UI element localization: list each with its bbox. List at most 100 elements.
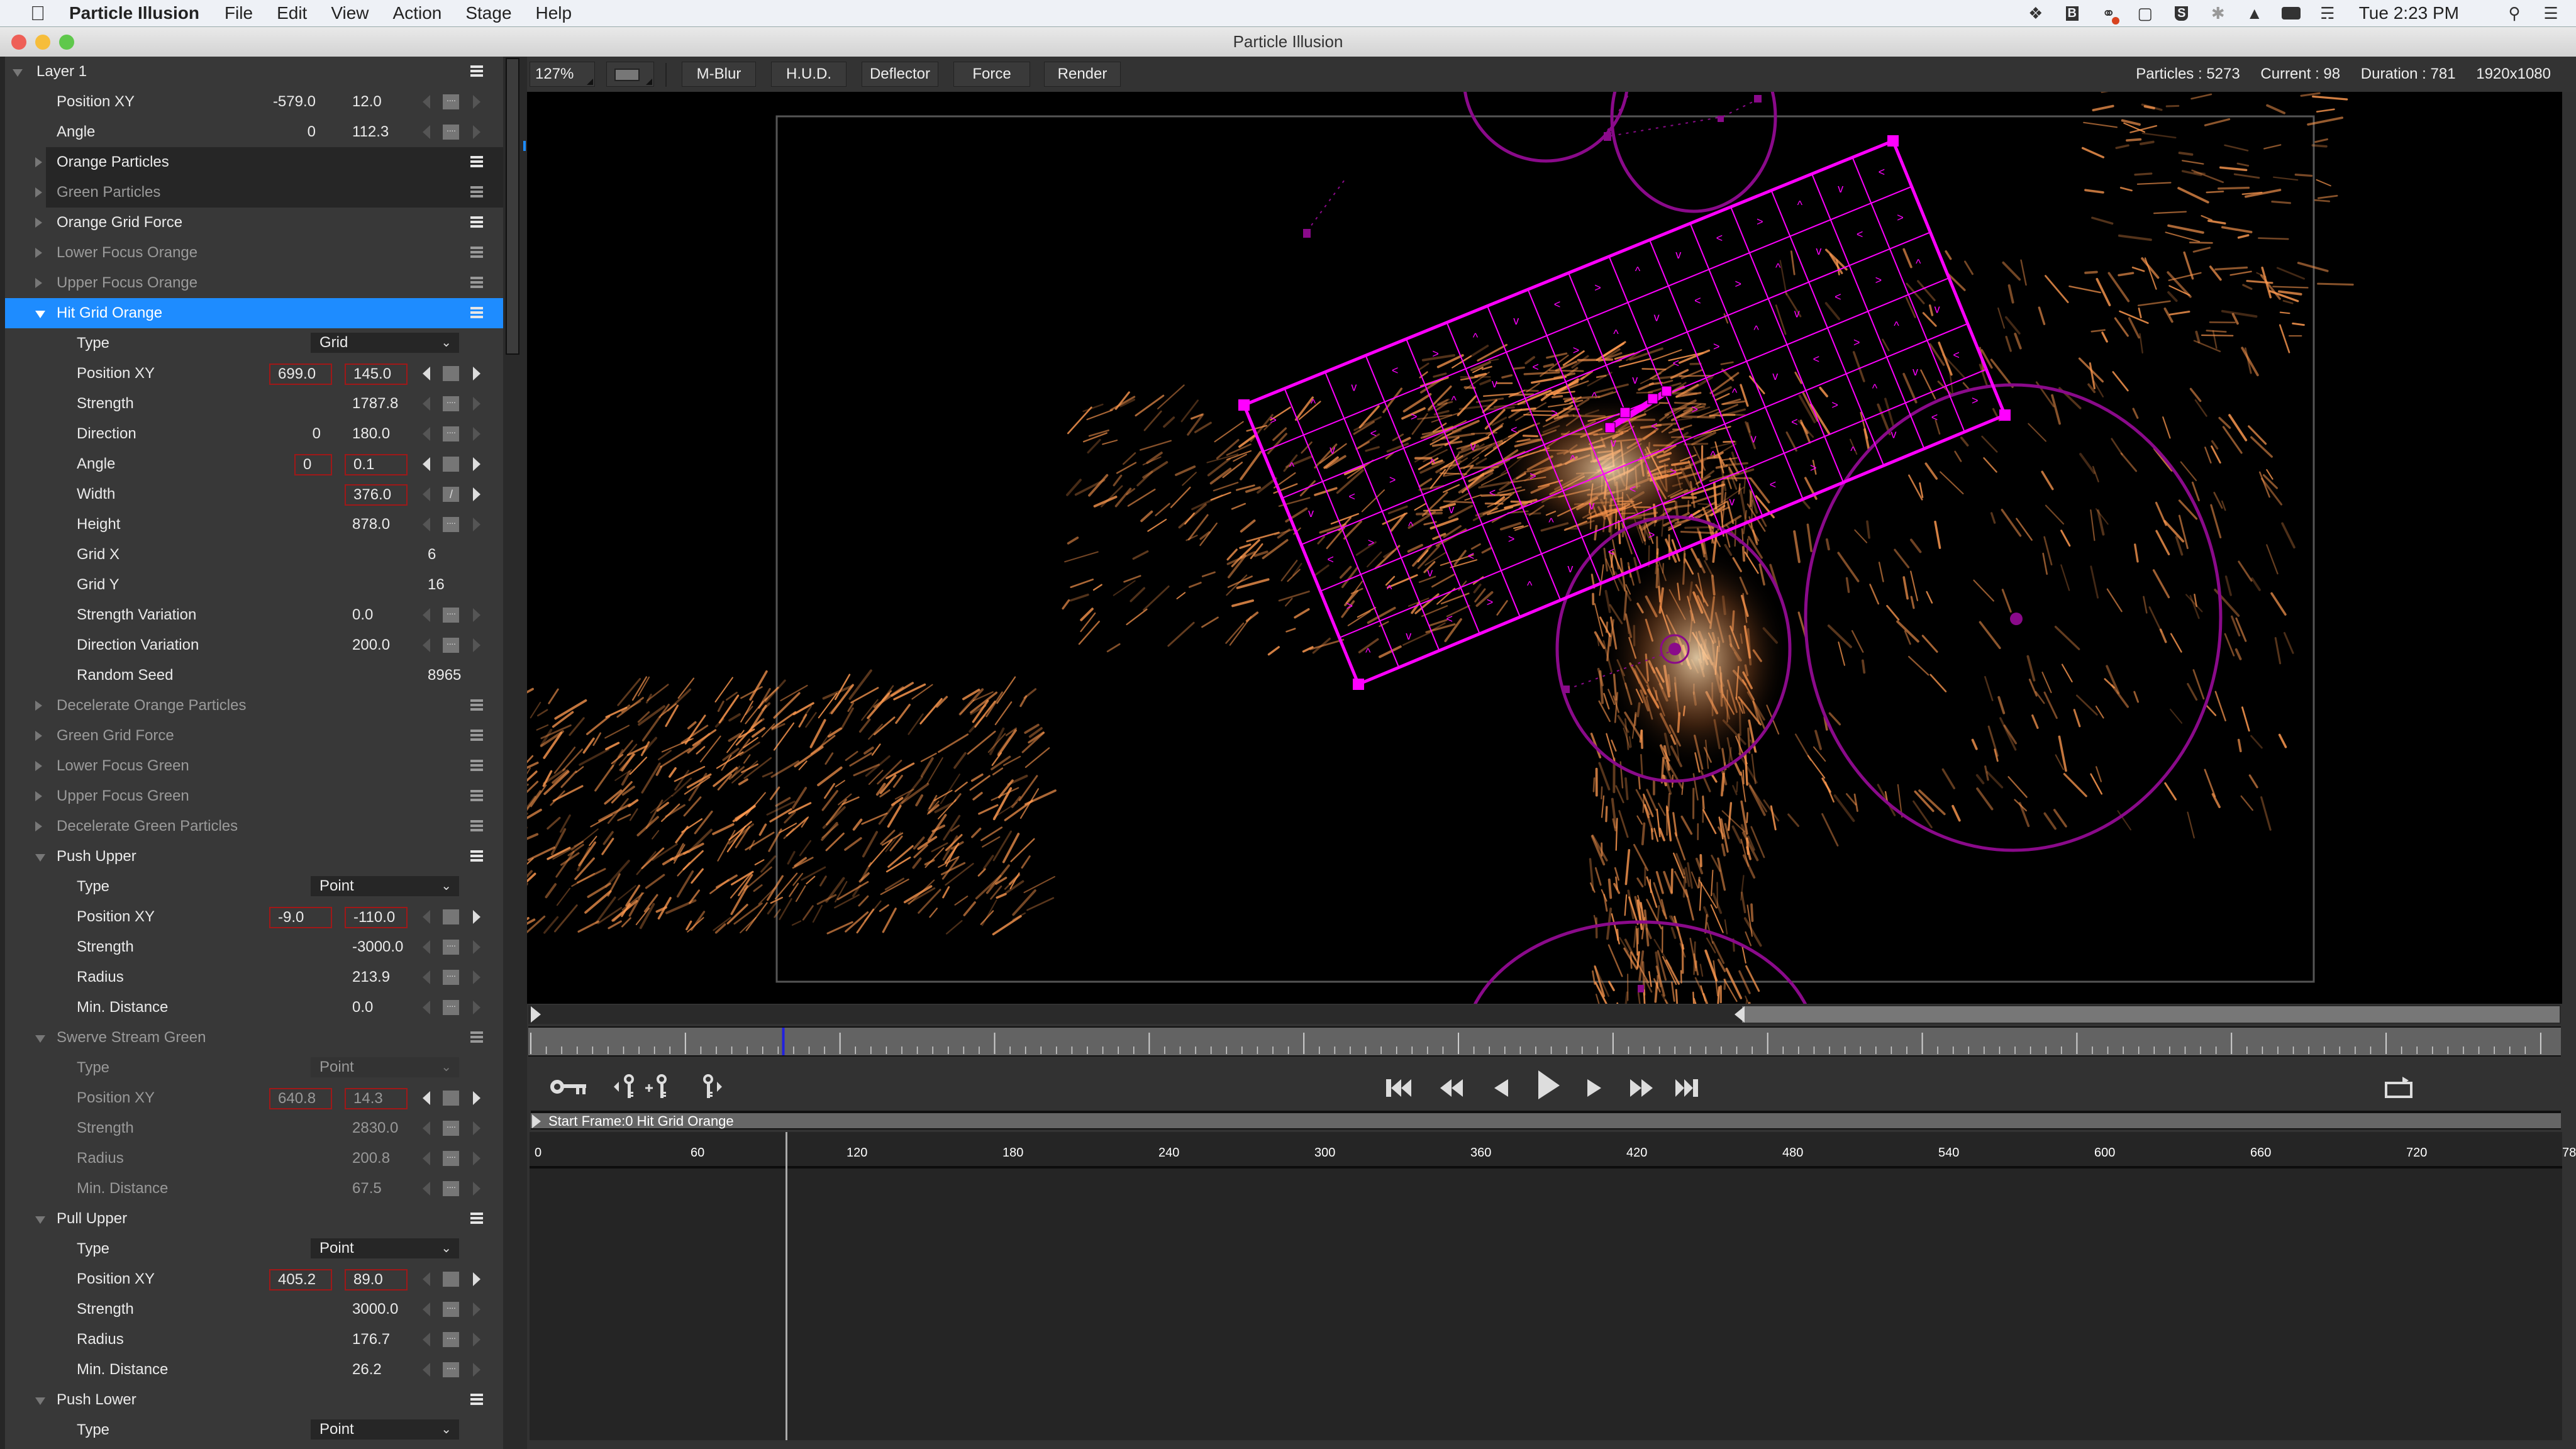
prev-keyframe-icon[interactable] — [423, 910, 430, 924]
collapse-triangle-icon[interactable] — [35, 854, 45, 862]
prev-keyframe-icon[interactable] — [423, 367, 430, 380]
list-item-green-grid-force[interactable]: Green Grid Force — [5, 721, 503, 751]
close-window-button[interactable] — [11, 35, 26, 50]
hamburger-menu-icon[interactable] — [470, 820, 483, 831]
position-x-field[interactable]: 640.8 — [269, 1088, 332, 1109]
strength-value[interactable]: 1787.8 — [352, 395, 398, 413]
play-range-bar[interactable] — [528, 1005, 2561, 1024]
prev-keyframe-icon[interactable] — [423, 1302, 430, 1316]
next-keyframe-icon[interactable] — [473, 397, 480, 411]
prev-keyframe-icon[interactable] — [423, 95, 430, 109]
prev-keyframe-icon[interactable] — [423, 1152, 430, 1165]
expand-track-icon[interactable] — [532, 1114, 541, 1128]
keyframe-button[interactable] — [443, 457, 459, 472]
panel-scrollbar[interactable] — [503, 57, 527, 1449]
spotlight-search-icon[interactable]: ⚲ — [2503, 4, 2526, 23]
height-value[interactable]: 878.0 — [352, 516, 390, 533]
position-x-field[interactable]: 405.2 — [269, 1269, 332, 1291]
graph-button[interactable] — [443, 517, 459, 532]
tablet-icon[interactable]: ▢ — [2134, 4, 2157, 23]
app-menu[interactable]: Particle Illusion — [69, 3, 199, 23]
wifi-icon[interactable]: ☴ — [2316, 4, 2339, 23]
collapse-triangle-icon[interactable] — [35, 311, 45, 318]
angle-v2-field[interactable]: 0.1 — [345, 454, 408, 475]
min-distance-value[interactable]: 0.0 — [352, 999, 373, 1016]
next-keyframe-icon[interactable] — [473, 1152, 480, 1165]
position-y-field[interactable]: 89.0 — [345, 1269, 408, 1291]
graph-button[interactable] — [443, 940, 459, 955]
graph-button[interactable] — [443, 1332, 459, 1347]
radius-value[interactable]: 176.7 — [352, 1331, 390, 1348]
expand-triangle-icon[interactable] — [13, 69, 23, 77]
graph-button[interactable] — [443, 396, 459, 411]
shield-icon[interactable]: S — [2170, 4, 2193, 23]
expand-triangle-icon[interactable] — [35, 278, 42, 288]
list-item-decelerate-orange-particles[interactable]: Decelerate Orange Particles — [5, 691, 503, 721]
width-field[interactable]: 376.0 — [345, 484, 408, 506]
force-center[interactable] — [1668, 643, 1681, 655]
position-y-field[interactable]: 14.3 — [345, 1088, 408, 1109]
hamburger-menu-icon[interactable] — [470, 277, 483, 288]
next-keyframe-icon[interactable] — [473, 427, 480, 441]
next-keyframe-icon[interactable] — [473, 457, 480, 471]
graph-button[interactable] — [443, 1121, 459, 1136]
bbedit-icon[interactable]: B — [2061, 4, 2084, 23]
clock[interactable]: Tue 2:23 PM — [2359, 3, 2459, 23]
airplay-icon[interactable]: ▲ — [2243, 4, 2266, 23]
graph-button[interactable] — [443, 1302, 459, 1317]
frame-ruler[interactable]: 0 60 120 180 240 300 360 420 480 540 600 660 720 780 — [530, 1132, 2576, 1169]
next-keyframe-icon[interactable] — [473, 125, 480, 139]
play-button[interactable] — [1536, 1068, 1562, 1102]
prev-keyframe-icon[interactable] — [423, 427, 430, 441]
next-keyframe-icon[interactable] — [473, 1001, 480, 1014]
grid-y-value[interactable]: 16 — [428, 576, 445, 594]
deflector-button[interactable]: Deflector — [862, 62, 938, 87]
strength-variation-value[interactable]: 0.0 — [352, 606, 373, 624]
menu-view[interactable]: View — [331, 3, 369, 23]
angle-v1-field[interactable]: 0 — [294, 454, 332, 475]
graph-button[interactable] — [443, 970, 459, 985]
expand-triangle-icon[interactable] — [35, 187, 42, 197]
prev-keyframe-icon[interactable] — [423, 1182, 430, 1196]
menu-help[interactable]: Help — [536, 3, 572, 23]
hamburger-menu-icon[interactable] — [470, 1031, 483, 1043]
keyframe-button[interactable] — [443, 366, 459, 381]
expand-triangle-icon[interactable] — [35, 218, 42, 228]
frame-scrubber[interactable] — [528, 1026, 2561, 1057]
battery-icon[interactable] — [2280, 4, 2302, 23]
position-x-field[interactable]: 699.0 — [269, 364, 332, 385]
background-color-dropdown[interactable] — [606, 62, 654, 87]
min-distance-value[interactable]: 26.2 — [352, 1361, 382, 1379]
list-item-green-particles[interactable]: Green Particles — [35, 177, 503, 208]
next-keyframe-icon[interactable] — [473, 1333, 480, 1346]
list-item-decelerate-green-particles[interactable]: Decelerate Green Particles — [5, 811, 503, 841]
loop-icon[interactable] — [2384, 1074, 2414, 1099]
zoom-level-dropdown[interactable]: 127% — [530, 62, 595, 87]
prev-keyframe-icon[interactable] — [423, 970, 430, 984]
strength-value[interactable]: -3000.0 — [352, 938, 403, 956]
prev-keyframe-icon[interactable] — [423, 1121, 430, 1135]
prev-keyframe-icon[interactable] — [423, 940, 430, 954]
menu-stage[interactable]: Stage — [465, 3, 511, 23]
next-keyframe-icon[interactable] — [473, 518, 480, 531]
hamburger-menu-icon[interactable] — [470, 307, 483, 318]
hamburger-menu-icon[interactable] — [470, 790, 483, 801]
render-button[interactable]: Render — [1044, 62, 1121, 87]
graph-button[interactable] — [443, 1362, 459, 1377]
add-key-icon[interactable] — [644, 1074, 672, 1099]
linear-keyframe-button[interactable] — [443, 487, 459, 502]
zoom-window-button[interactable] — [59, 35, 74, 50]
collapse-triangle-icon[interactable] — [35, 1397, 45, 1405]
next-keyframe-icon[interactable] — [473, 910, 480, 924]
scrollbar-thumb[interactable] — [506, 58, 519, 355]
direction-variation-value[interactable]: 200.0 — [352, 636, 390, 654]
next-keyframe-icon[interactable] — [473, 1272, 480, 1286]
force-circle[interactable] — [1463, 92, 1628, 163]
hamburger-menu-icon[interactable] — [470, 730, 483, 741]
go-to-start-button[interactable] — [1384, 1074, 1414, 1099]
list-item-orange-grid-force[interactable]: Orange Grid Force — [5, 208, 503, 238]
force-center[interactable] — [2010, 613, 2023, 625]
menu-action[interactable]: Action — [393, 3, 442, 23]
direction-v2-value[interactable]: 180.0 — [352, 425, 390, 443]
collapse-triangle-icon[interactable] — [35, 1216, 45, 1224]
